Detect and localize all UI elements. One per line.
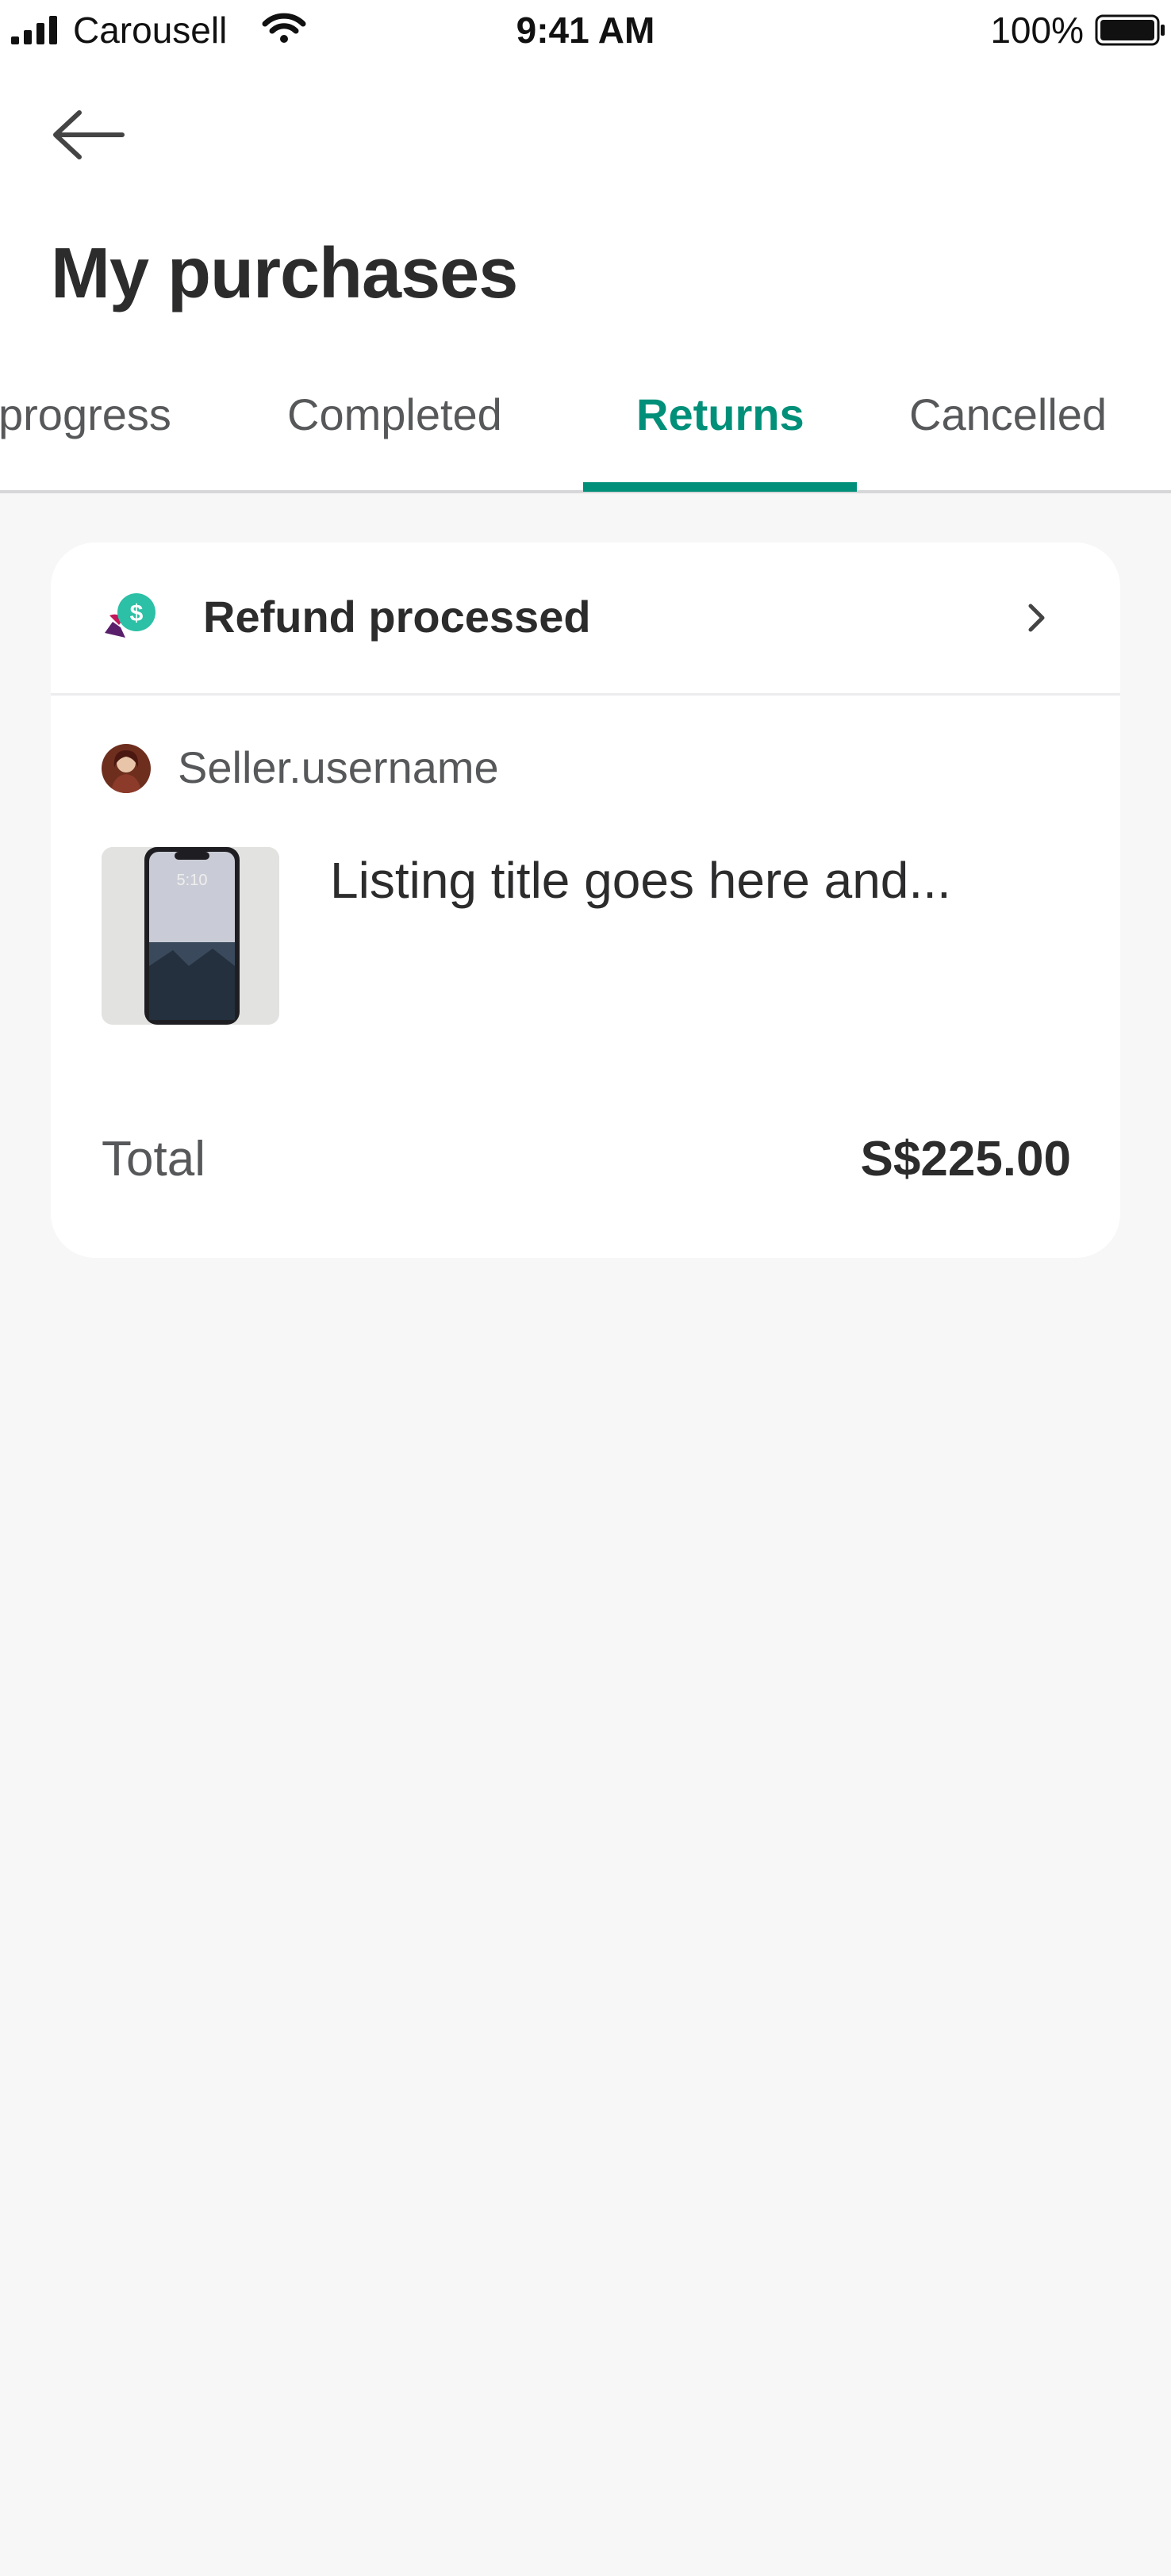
status-bar: Carousell 9:41 AM 100% — [0, 0, 1171, 63]
seller-username[interactable]: Seller.username — [178, 741, 499, 795]
page-title: My purchases — [51, 234, 518, 313]
battery-percentage: 100% — [990, 10, 1084, 51]
refund-icon: $ — [105, 593, 155, 638]
tab-returns[interactable]: Returns — [636, 373, 804, 492]
svg-text:5:10: 5:10 — [177, 872, 208, 889]
total-value: S$225.00 — [860, 1132, 1071, 1186]
tab-cancelled[interactable]: Cancelled — [909, 373, 1107, 492]
back-arrow-icon[interactable] — [48, 103, 127, 167]
order-card[interactable]: $ Refund processed Seller.username 5:10 … — [51, 542, 1120, 1258]
total-label: Total — [102, 1132, 205, 1186]
card-divider — [51, 693, 1120, 696]
battery-icon — [1095, 14, 1165, 46]
phone-photo: 5:10 — [102, 847, 279, 1025]
app-header: Carousell 9:41 AM 100% My purchases prog… — [0, 0, 1171, 493]
listing-title[interactable]: Listing title goes here and... — [330, 850, 1076, 910]
svg-text:$: $ — [130, 600, 144, 627]
listing-thumbnail[interactable]: 5:10 — [102, 847, 279, 1025]
active-tab-indicator — [583, 482, 857, 492]
seller-avatar[interactable] — [102, 744, 151, 793]
order-status-row[interactable]: $ Refund processed — [51, 542, 1120, 693]
order-status-title: Refund processed — [203, 592, 591, 642]
tab-bar: progress Completed Returns Cancelled — [0, 373, 1171, 493]
chevron-right-icon[interactable] — [1017, 598, 1057, 638]
tab-completed[interactable]: Completed — [287, 373, 502, 492]
tab-in-progress[interactable]: progress — [0, 373, 171, 492]
avatar-image — [102, 744, 151, 793]
